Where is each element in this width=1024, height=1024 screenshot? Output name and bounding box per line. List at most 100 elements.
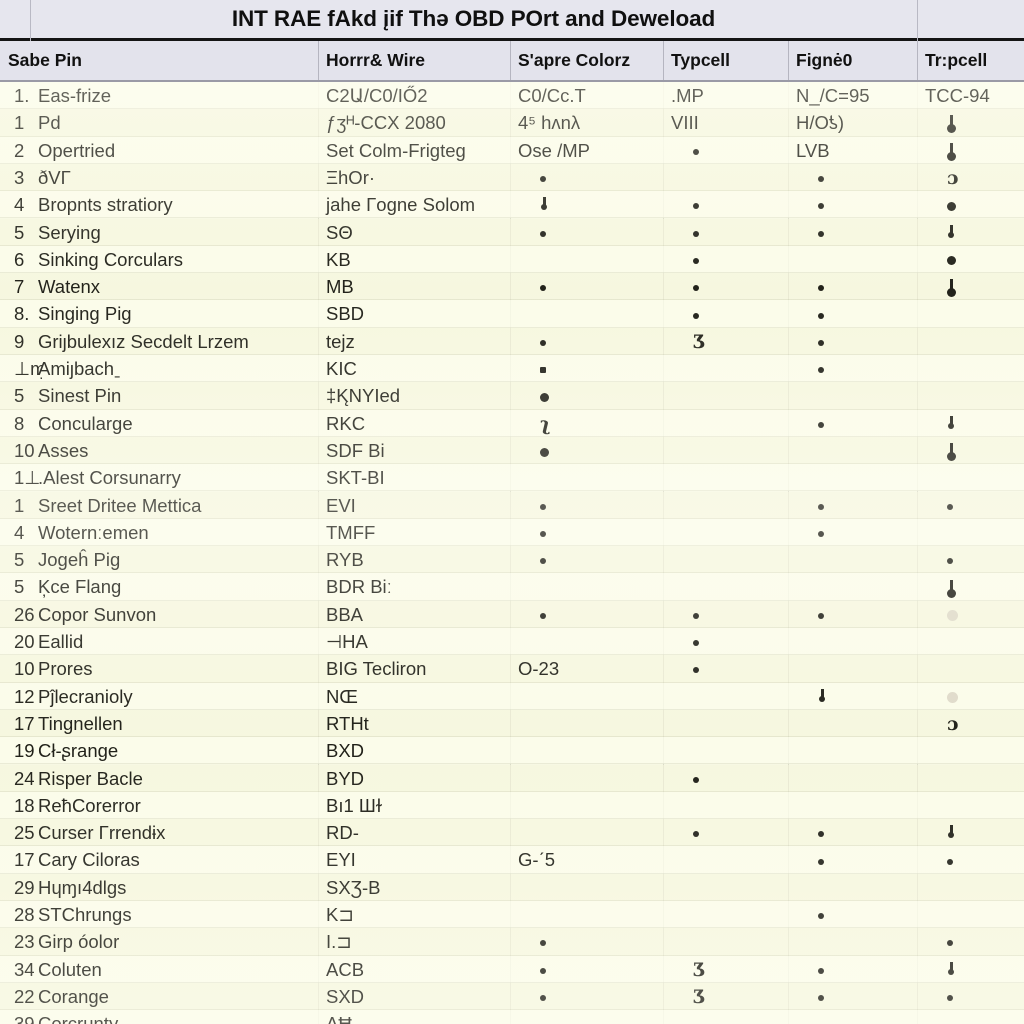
cell-trp [917, 519, 1024, 546]
table-row[interactable]: 8 Concularge RKC ʅ [0, 409, 1024, 437]
cell-wire: SΘ [326, 221, 353, 243]
table-row[interactable]: 10 Prores BIG Tecliron O-23 [0, 655, 1024, 683]
cell-typ [663, 492, 788, 519]
table-row[interactable]: 1. Eas-frize C2Ա/C0/IŐ2 C0/Cc.T .MP N_/C=95 TC… [0, 82, 1024, 110]
cell-pin-name: Eallid [38, 631, 84, 652]
marker-dot-large [947, 201, 956, 211]
table-row[interactable]: 39 Corcrunty AĦ [0, 1010, 1024, 1024]
cell-pin-number: 20 [14, 631, 35, 652]
cell-pin-number: 1 [14, 494, 25, 516]
table-row[interactable]: 29 Hɥɱı4dlgs SXƷ-B [0, 873, 1024, 901]
cell-pin-number: 5 [14, 221, 25, 243]
column-header-fig[interactable]: Fignė0 [788, 41, 917, 80]
column-header-wire[interactable]: Horrr& Wire [318, 41, 510, 80]
marker-dot [818, 203, 824, 210]
table-row[interactable]: 1 Sreet Dritee Mettica EVI [0, 491, 1024, 519]
cell-typ [663, 737, 788, 764]
cell-fig [788, 928, 917, 955]
cell-wire: SKT-BI [326, 467, 385, 489]
cell-pin-name: Copor Sunvon [38, 603, 157, 625]
cell-color: C0/Cc.T [518, 85, 586, 106]
cell-wire: RTHt [326, 712, 369, 734]
cell-typ [663, 164, 788, 191]
table-row[interactable]: 5 Serying SΘ [0, 218, 1024, 246]
cell-fig [788, 983, 917, 1010]
cell-trp [917, 1010, 1024, 1024]
marker-dot [818, 230, 824, 237]
table-row[interactable]: 20 Eallid ⊣HA [0, 628, 1024, 656]
table-row[interactable]: 3 ðVΓ ΞhOr· ɔ [0, 163, 1024, 192]
marker-dot [947, 858, 953, 865]
marker-dot [818, 831, 824, 838]
marker-dot [693, 257, 699, 264]
table-row[interactable]: 1 Pd ƒʒᴴ-CCX 2080 4⁵ hʌnλ VIII H/Oƾ) [0, 109, 1024, 137]
table-row[interactable]: 17 Cary Ciloras EYI G-ˊ5 [0, 846, 1024, 874]
cell-fig: N_/C=95 [796, 85, 870, 106]
table-row[interactable]: 23 Girp óolor I.⊐ [0, 928, 1024, 956]
cell-pin-number: 17 [14, 849, 35, 871]
table-row[interactable]: 28 STChrungs K⊐ [0, 901, 1024, 929]
cell-pin-number: 1. [14, 85, 30, 106]
cell-pin-name: Woternːemen [38, 521, 149, 543]
table-row[interactable]: 4 Woternːemen TMFF [0, 518, 1024, 547]
table-header-row: Sabe Pin Horrr& Wire S'apre Colorz Typcell F… [0, 41, 1024, 82]
column-header-pin[interactable]: Sabe Pin [0, 41, 318, 80]
cell-pin-number: 26 [14, 603, 35, 625]
cell-fig [788, 382, 917, 409]
table-row[interactable]: 10 Asses SDF Bi [0, 436, 1024, 465]
cell-wire: SBD [326, 303, 365, 325]
table-row[interactable]: 6 Sinking Corculars KB [0, 245, 1024, 274]
marker-dot [693, 776, 699, 783]
table-row[interactable]: 26 Copor Sunvon BBA [0, 600, 1024, 628]
cell-wire: BIG Tecliron [326, 658, 427, 680]
cell-fig [788, 765, 917, 792]
marker-dot [540, 967, 546, 974]
table-body: 1. Eas-frize C2Ա/C0/IŐ2 C0/Cc.T .MP N_/C=95 TC… [0, 82, 1024, 1024]
marker-dot [693, 312, 699, 319]
column-header-trp[interactable]: Tr:pcell [917, 41, 1024, 80]
table-row[interactable]: 5 Jogeĥ Pig RYB [0, 546, 1024, 574]
table-row[interactable]: 17 Tingnellen RTHt ɔ [0, 709, 1024, 738]
table-row[interactable]: ⊥ɱ Amiȷbachˍ KIC [0, 355, 1024, 383]
cell-wire: EVI [326, 494, 356, 516]
cell-pin-number: 19 [14, 740, 35, 762]
cell-typ [663, 246, 788, 273]
table-row[interactable]: 18 ReħCorerror Bı1 Шɫ [0, 791, 1024, 820]
cell-pin-name: Risper Bacle [38, 767, 143, 789]
cell-pin-name: Girp óolor [38, 931, 120, 953]
column-header-typ[interactable]: Typcell [663, 41, 788, 80]
cell-pin-number: 8. [14, 303, 30, 325]
table-row[interactable]: 34 Coluten ACB Ʒ [0, 955, 1024, 983]
cell-trp [917, 410, 1024, 437]
table-row[interactable]: 4 Bropnts stratiory jahe Γogne Solom [0, 191, 1024, 219]
cell-color [510, 246, 663, 273]
cell-pin-number: 4 [14, 194, 25, 216]
column-header-color[interactable]: S'apre Colorz [510, 41, 663, 80]
table-row[interactable]: 12 Pĵlecranioly NŒ [0, 682, 1024, 710]
table-row[interactable]: 8. Singing Pig SBD [0, 300, 1024, 328]
table-row[interactable]: 5 Sinest Pin ‡K̨NYIed [0, 382, 1024, 410]
table-row[interactable]: 24 Risper Bacle BYD [0, 764, 1024, 792]
cell-typ [663, 928, 788, 955]
marker-square [540, 367, 546, 374]
table-row[interactable]: 7 Watenx MB [0, 273, 1024, 301]
cell-typ [663, 683, 788, 710]
table-row[interactable]: 2 Opertried Set Colm-Frigteg Ose /MP LVB [0, 136, 1024, 164]
table-row[interactable]: 1⊥ .Alest Corsunarry SKT-BI [0, 464, 1024, 492]
table-row[interactable]: 19 Cł-ʂrange BXD [0, 737, 1024, 765]
cell-trp [917, 546, 1024, 573]
cell-color [510, 956, 663, 983]
marker-dot [540, 558, 546, 565]
table-row[interactable]: 9 Griȷbulexız Secdelt Lrzem tejz Ʒ [0, 327, 1024, 355]
cell-pin-number: 9 [14, 330, 25, 352]
marker-dot [818, 176, 824, 182]
cell-fig [788, 300, 917, 327]
table-row[interactable]: 25 Curser Γrrendɨx RD- [0, 819, 1024, 847]
table-row[interactable]: 5 K̦ce Flang BDR Biː [0, 573, 1024, 601]
marker-dot [540, 503, 546, 510]
cell-color [510, 601, 663, 628]
spreadsheet-sheet: INT RAE fAkd įif Thə OBD POrt and Dewelo… [0, 0, 1024, 1024]
cell-color [510, 546, 663, 573]
cell-fig [788, 328, 917, 355]
table-row[interactable]: 22 Corange SXD Ʒ [0, 982, 1024, 1011]
